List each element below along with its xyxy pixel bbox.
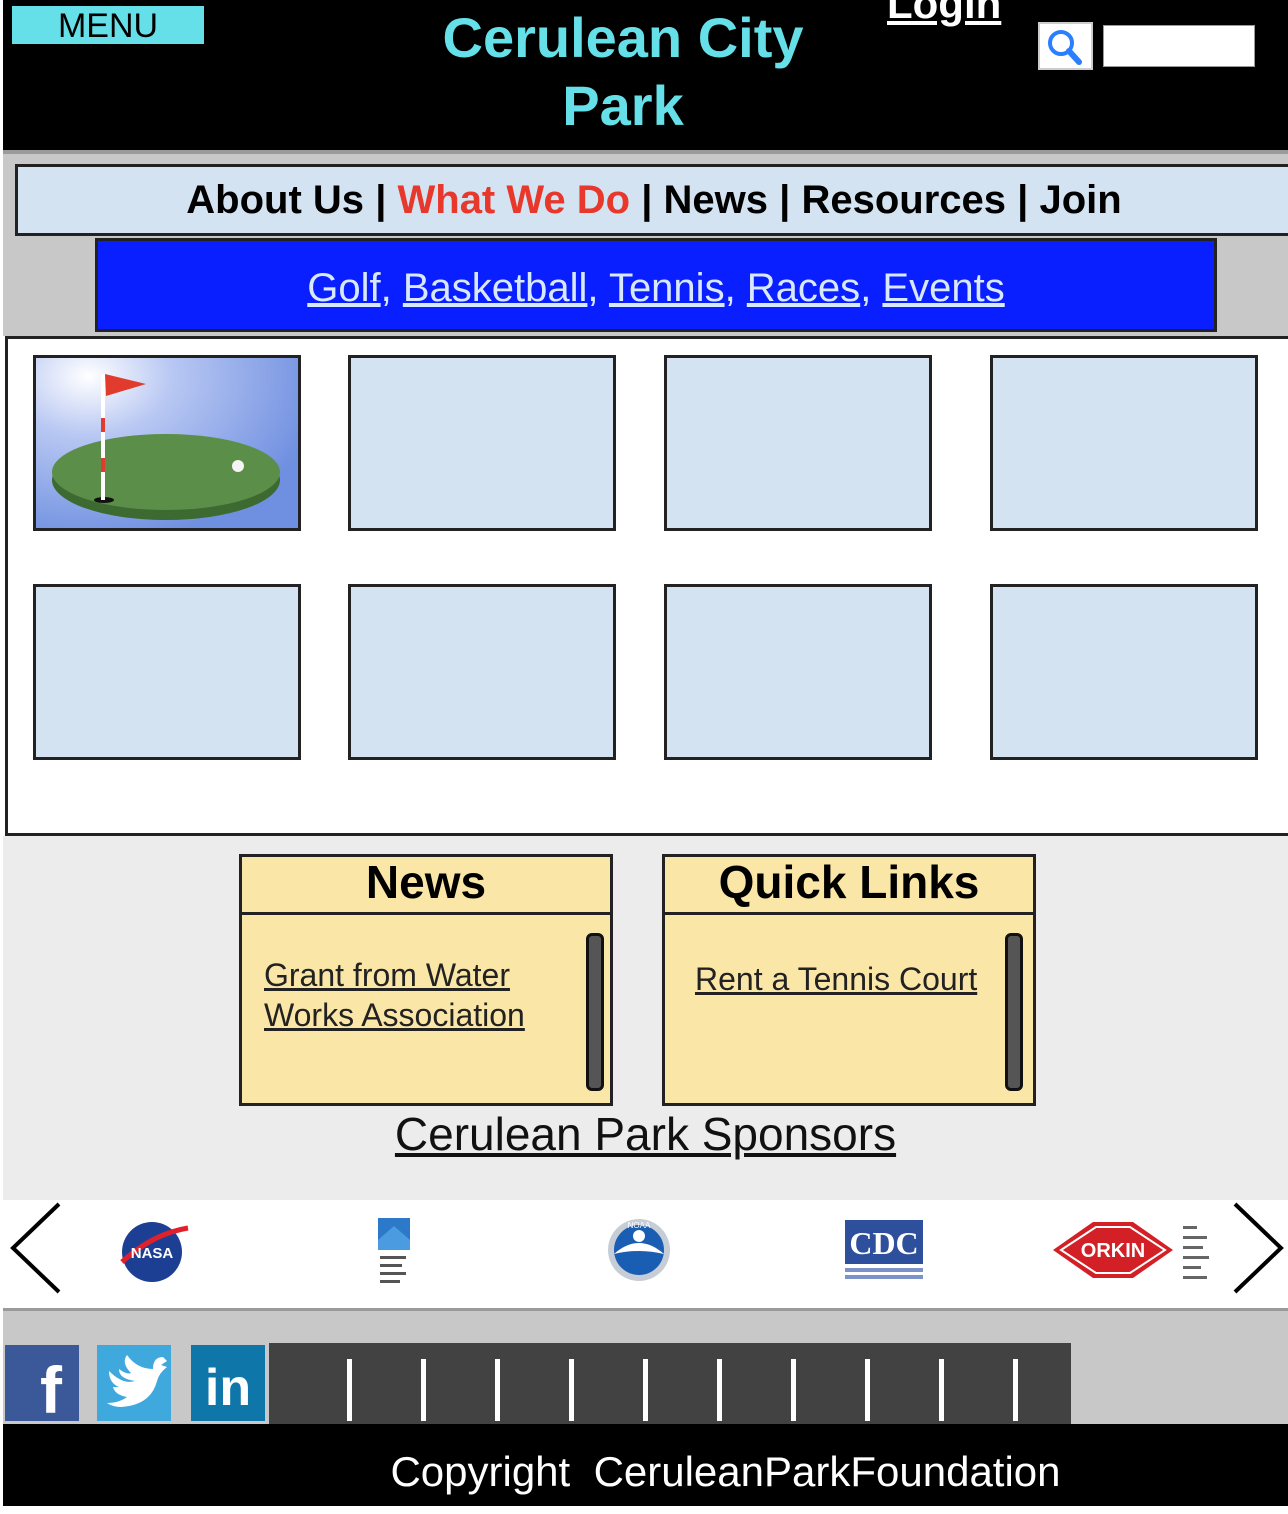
facebook-icon: f [40, 1353, 63, 1427]
quick-links-panel: Quick Links Rent a Tennis Court [662, 854, 1036, 1106]
news-list: Grant from Water Works Association [242, 915, 610, 1035]
quick-links-scrollbar[interactable] [1005, 933, 1023, 1091]
nav-separator: | [1017, 178, 1040, 222]
quick-links-list: Rent a Tennis Court [665, 915, 1033, 999]
chevron-left-icon [10, 1202, 61, 1294]
linkedin-link[interactable]: in [191, 1345, 265, 1421]
footer-link-slot[interactable] [717, 1359, 722, 1421]
tile-5[interactable] [33, 584, 301, 760]
tile-6[interactable] [348, 584, 616, 760]
news-item[interactable]: Grant from Water Works Association [264, 957, 525, 1033]
footer-link-bar [269, 1343, 1071, 1425]
news-panel: News Grant from Water Works Association [239, 854, 613, 1106]
footer-link-slot[interactable] [939, 1359, 944, 1421]
site-footer: Copyright CeruleanParkFoundation [3, 1424, 1288, 1506]
nav-resources[interactable]: Resources [801, 178, 1006, 222]
sponsor-carousel: NASA NOAA CDC ORKIN [3, 1200, 1288, 1300]
noaa-wordmark: NOAA [628, 1221, 651, 1230]
footer-link-slot[interactable] [421, 1359, 426, 1421]
subnav-events[interactable]: Events [882, 266, 1004, 310]
subnav-tennis[interactable]: Tennis [609, 266, 725, 310]
chevron-right-icon [1233, 1202, 1284, 1294]
search-icon [1048, 30, 1082, 65]
sponsor-logo-water[interactable] [369, 1214, 419, 1286]
twitter-link[interactable] [97, 1345, 171, 1421]
navigation-band: About Us | What We Do | News | Resources… [3, 150, 1288, 336]
noaa-logo: NOAA [608, 1219, 670, 1281]
nav-about-us[interactable]: About Us [186, 178, 364, 222]
page: MENU Cerulean City Park Login About Us |… [0, 0, 1288, 1514]
tile-4[interactable] [990, 355, 1258, 531]
social-band: f in [3, 1308, 1288, 1427]
footer-link-slot[interactable] [495, 1359, 500, 1421]
sponsor-logo-orkin[interactable]: ORKIN [1047, 1214, 1227, 1286]
nav-join[interactable]: Join [1039, 178, 1121, 222]
quick-link-item[interactable]: Rent a Tennis Court [695, 961, 977, 997]
sponsor-logo-nasa[interactable]: NASA [109, 1214, 195, 1286]
subnav-separator: , [724, 266, 747, 310]
footer-link-slot[interactable] [1013, 1359, 1018, 1421]
nav-separator: | [375, 178, 398, 222]
search-input[interactable] [1103, 25, 1255, 67]
copyright-label: Copyright [390, 1448, 571, 1495]
orkin-logo: ORKIN [1053, 1222, 1209, 1279]
site-title: Cerulean City Park [442, 6, 804, 137]
golf-green-image [36, 358, 298, 528]
nasa-logo: NASA [120, 1222, 189, 1282]
nav-what-we-do[interactable]: What We Do [398, 178, 631, 222]
nav-news[interactable]: News [664, 178, 769, 222]
footer-link-slot[interactable] [865, 1359, 870, 1421]
carousel-prev-button[interactable] [5, 1200, 65, 1300]
news-title: News [242, 857, 610, 915]
subnav-separator: , [380, 266, 403, 310]
search-button[interactable] [1038, 22, 1093, 70]
copyright-owner: CeruleanParkFoundation [593, 1448, 1061, 1495]
twitter-icon [107, 1355, 167, 1407]
nasa-wordmark: NASA [131, 1245, 174, 1262]
tile-3[interactable] [664, 355, 932, 531]
sub-nav: Golf, Basketball, Tennis, Races, Events [95, 238, 1217, 332]
tile-8[interactable] [990, 584, 1258, 760]
site-header: MENU Cerulean City Park Login [3, 0, 1288, 150]
menu-button[interactable]: MENU [11, 5, 205, 45]
sponsors-link[interactable]: Cerulean Park Sponsors [395, 1108, 896, 1160]
news-scrollbar[interactable] [586, 933, 604, 1091]
subnav-separator: , [587, 266, 609, 310]
footer-link-slot[interactable] [569, 1359, 574, 1421]
subnav-golf[interactable]: Golf [307, 266, 380, 310]
cdc-logo: CDC [845, 1220, 923, 1279]
subnav-basketball[interactable]: Basketball [403, 266, 588, 310]
nav-separator: | [779, 178, 802, 222]
cdc-wordmark: CDC [849, 1225, 918, 1261]
subnav-races[interactable]: Races [747, 266, 860, 310]
carousel-next-button[interactable] [1229, 1200, 1288, 1300]
sponsor-logo-noaa[interactable]: NOAA [603, 1214, 675, 1286]
subnav-separator: , [860, 266, 883, 310]
footer-link-slot[interactable] [643, 1359, 648, 1421]
svg-text:in: in [205, 1359, 251, 1417]
facebook-link[interactable]: f [5, 1345, 79, 1427]
water-agency-logo [378, 1218, 410, 1283]
sponsor-logo-cdc[interactable]: CDC [839, 1214, 929, 1286]
footer-link-slot[interactable] [791, 1359, 796, 1421]
tile-7[interactable] [664, 584, 932, 760]
activity-tile-grid [5, 336, 1288, 836]
svg-text:f: f [40, 1353, 63, 1421]
login-link[interactable]: Login [887, 0, 1001, 28]
quick-links-title: Quick Links [665, 857, 1033, 915]
tile-2[interactable] [348, 355, 616, 531]
orkin-wordmark: ORKIN [1081, 1240, 1145, 1262]
nav-separator: | [641, 178, 664, 222]
info-band: News Grant from Water Works Association … [3, 836, 1288, 1200]
sponsors-heading: Cerulean Park Sponsors [3, 1106, 1288, 1162]
linkedin-icon: in [205, 1359, 251, 1417]
main-nav: About Us | What We Do | News | Resources… [15, 164, 1288, 236]
tile-golf-image[interactable] [33, 355, 301, 531]
footer-link-slot[interactable] [347, 1359, 352, 1421]
